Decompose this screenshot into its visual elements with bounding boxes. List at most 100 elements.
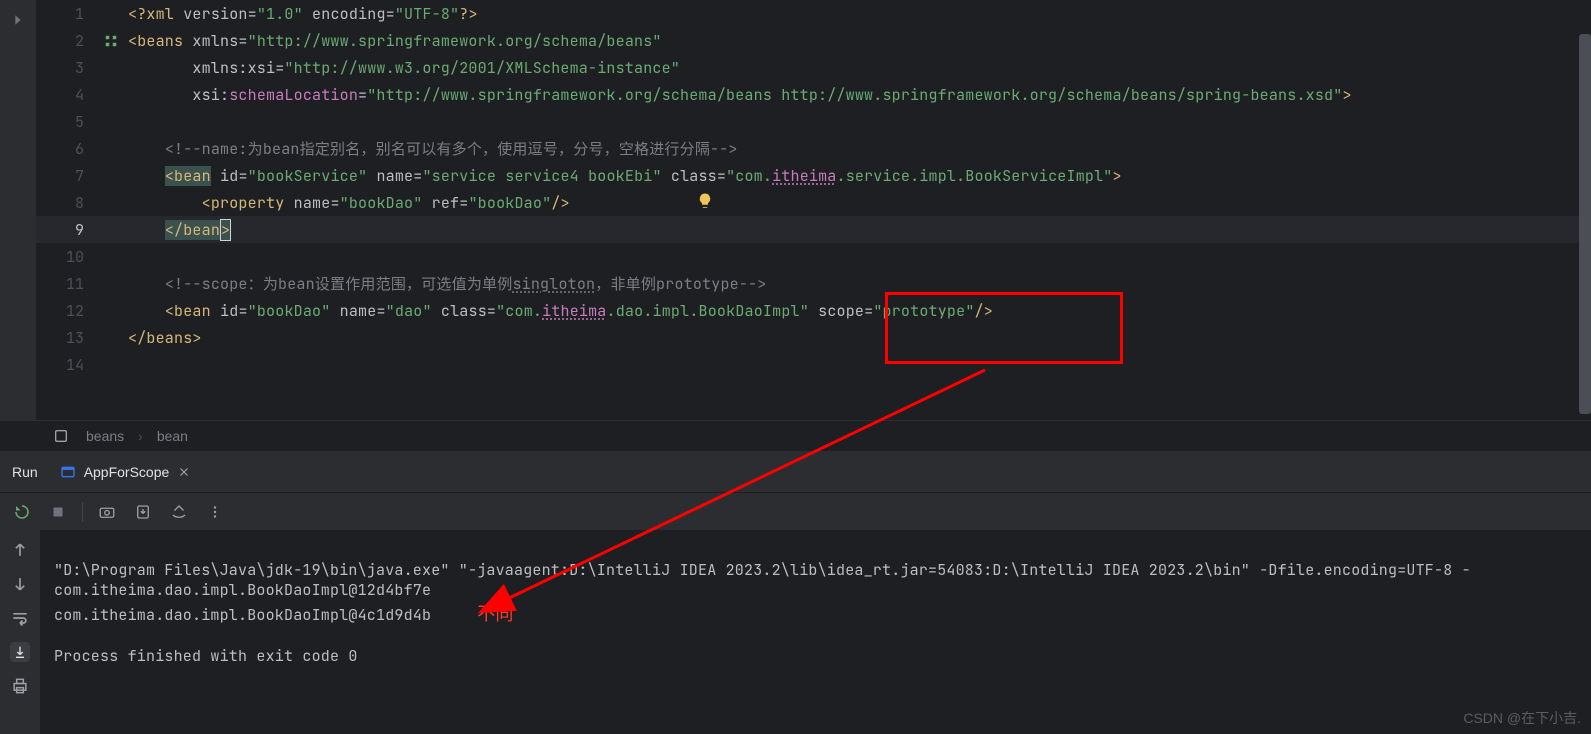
print-icon[interactable] xyxy=(10,676,30,696)
close-icon[interactable] xyxy=(177,465,191,479)
breadcrumb-item[interactable]: beans xyxy=(86,428,124,444)
code-line[interactable]: 1 <?xml version="1.0" encoding="UTF-8"?> xyxy=(36,0,1591,27)
t: xml xyxy=(146,4,183,24)
t: beans xyxy=(137,31,183,51)
t: <!-- xyxy=(165,139,202,159)
t: < xyxy=(128,31,137,51)
t: = xyxy=(376,301,385,321)
t: > xyxy=(1342,85,1351,105)
rerun-button[interactable] xyxy=(10,500,34,524)
t: id xyxy=(211,166,239,186)
code-line-current[interactable]: 9 </bean> xyxy=(36,216,1591,243)
console-line: com.itheima.dao.impl.BookDaoImpl@4c1d9d4… xyxy=(54,605,431,625)
code-line[interactable]: 11 <!--scope：为bean设置作用范围，可选值为单例singloton… xyxy=(36,270,1591,297)
screenshot-button[interactable] xyxy=(95,500,119,524)
t: bean xyxy=(174,301,211,321)
line-number: 7 xyxy=(36,166,96,186)
clear-button[interactable] xyxy=(167,500,191,524)
t: itheima xyxy=(542,301,606,321)
t: "service service4 bookEbi" xyxy=(422,166,661,186)
watermark: CSDN @在下小吉. xyxy=(1463,708,1581,728)
t xyxy=(128,274,165,294)
stop-button[interactable] xyxy=(46,500,70,524)
t: schemaLocation xyxy=(229,85,358,105)
collapse-icon[interactable] xyxy=(10,12,26,28)
t: itheima xyxy=(772,166,836,186)
t: "bookDao" xyxy=(340,193,423,213)
line-number: 9 xyxy=(36,220,96,240)
t: bean xyxy=(174,166,211,186)
code-area[interactable]: 1 <?xml version="1.0" encoding="UTF-8"?>… xyxy=(36,0,1591,420)
scrollbar-thumb[interactable] xyxy=(1579,34,1591,414)
line-number: 14 xyxy=(36,355,96,375)
caret: > xyxy=(220,219,231,241)
code-line[interactable]: 8 <property name="bookDao" ref="bookDao"… xyxy=(36,189,1591,216)
console-pane: "D:\Program Files\Java\jdk-19\bin\java.e… xyxy=(0,530,1591,734)
t: name xyxy=(330,301,376,321)
t: < xyxy=(202,193,211,213)
t: = xyxy=(386,4,395,24)
more-icon[interactable] xyxy=(203,500,227,524)
t: </ xyxy=(128,328,146,348)
t: = xyxy=(358,85,367,105)
t: singloton xyxy=(512,274,595,294)
run-toolbar xyxy=(0,492,1591,530)
t: : xyxy=(220,85,229,105)
t: xsi xyxy=(128,85,220,105)
code-line[interactable]: 14 xyxy=(36,351,1591,378)
up-arrow-icon[interactable] xyxy=(10,540,30,560)
code-line[interactable]: 5 xyxy=(36,108,1591,135)
t xyxy=(128,301,165,321)
t: > xyxy=(192,328,201,348)
t xyxy=(128,166,165,186)
down-arrow-icon[interactable] xyxy=(10,574,30,594)
editor-scrollbar[interactable] xyxy=(1578,34,1591,414)
code-line[interactable]: 3 xmlns:xsi="http://www.w3.org/2001/XMLS… xyxy=(36,54,1591,81)
console-line: Process finished with exit code 0 xyxy=(54,646,358,666)
t: version xyxy=(183,4,247,24)
t: id xyxy=(211,301,239,321)
scroll-to-end-icon[interactable] xyxy=(10,642,30,662)
t: /> xyxy=(551,193,569,213)
annotation-red-box xyxy=(885,292,1123,364)
t: </ xyxy=(165,220,183,240)
line-number: 13 xyxy=(36,328,96,348)
run-tab[interactable]: AppForScope xyxy=(54,460,198,484)
run-panel-header: Run AppForScope xyxy=(0,452,1591,492)
soft-wrap-icon[interactable] xyxy=(10,608,30,628)
line-number: 3 xyxy=(36,58,96,78)
t: "com. xyxy=(726,166,772,186)
line-number: 4 xyxy=(36,85,96,105)
breadcrumb-item[interactable]: bean xyxy=(157,428,188,444)
code-line[interactable]: 6 <!--name:为bean指定别名，别名可以有多个，使用逗号，分号，空格进… xyxy=(36,135,1591,162)
code-line[interactable]: 4 xsi:schemaLocation="http://www.springf… xyxy=(36,81,1591,108)
t: name xyxy=(367,166,413,186)
intention-bulb-icon[interactable] xyxy=(696,192,716,212)
line-number: 12 xyxy=(36,301,96,321)
breadcrumb-tool-icon[interactable] xyxy=(50,425,72,447)
breadcrumb-bar: beans › bean xyxy=(0,420,1591,452)
toolbar-separator xyxy=(82,502,83,522)
code-line[interactable]: 13 </beans> xyxy=(36,324,1591,351)
code-line[interactable]: 12 <bean id="bookDao" name="dao" class="… xyxy=(36,297,1591,324)
t: = xyxy=(330,193,339,213)
code-line[interactable]: 2 <beans xmlns="http://www.springframewo… xyxy=(36,27,1591,54)
t: --> xyxy=(739,274,767,294)
t: bean xyxy=(183,220,220,240)
console-output[interactable]: "D:\Program Files\Java\jdk-19\bin\java.e… xyxy=(40,530,1591,734)
t: = xyxy=(238,31,247,51)
t: class xyxy=(662,166,717,186)
line-number: 2 xyxy=(36,31,96,51)
run-tab-label: AppForScope xyxy=(84,464,170,480)
t: .service.impl.BookServiceImpl" xyxy=(837,166,1113,186)
t: ?> xyxy=(459,4,477,24)
code-line[interactable]: 10 xyxy=(36,243,1591,270)
gutter-bean-icon[interactable] xyxy=(96,34,126,48)
t: "com. xyxy=(496,301,542,321)
code-line[interactable]: 7 <bean id="bookService" name="service s… xyxy=(36,162,1591,189)
run-config-icon xyxy=(60,464,76,480)
export-button[interactable] xyxy=(131,500,155,524)
line-number: 11 xyxy=(36,274,96,294)
t: property xyxy=(211,193,285,213)
t: = xyxy=(248,4,257,24)
